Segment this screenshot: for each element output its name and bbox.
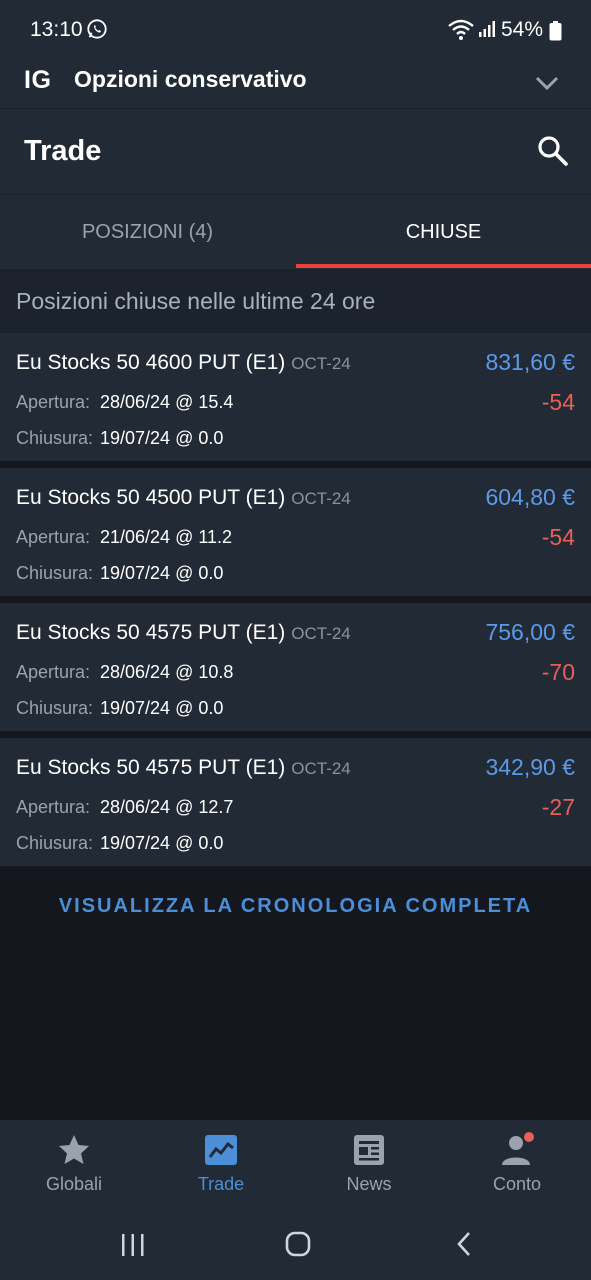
bottom-nav: Globali Trade News Conto (0, 1120, 591, 1212)
instrument-name: Eu Stocks 50 4575 PUT (E1) OCT-24 (16, 621, 351, 645)
position-pl: -54 (541, 389, 575, 415)
tab-closed[interactable]: CHIUSE (296, 195, 591, 269)
instrument-label: Eu Stocks 50 4575 PUT (E1) (16, 756, 286, 779)
news-icon (354, 1135, 384, 1165)
closed-position-card[interactable]: Eu Stocks 50 4600 PUT (E1) OCT-24 831,60 … (0, 333, 591, 461)
expiry-label: OCT-24 (291, 759, 351, 778)
position-pl: -70 (541, 659, 575, 685)
open-value: 28/06/24 @ 12.7 (100, 797, 234, 817)
open-value: 28/06/24 @ 15.4 (100, 392, 234, 412)
wifi-icon (448, 19, 474, 40)
open-value: 21/06/24 @ 11.2 (100, 527, 233, 547)
view-full-history-link[interactable]: VISUALIZZA LA CRONOLOGIA COMPLETA (0, 895, 591, 918)
status-time: 13:10 (30, 18, 83, 41)
nav-label: Conto (492, 1174, 542, 1194)
active-tab-indicator (296, 264, 591, 268)
closed-position-card[interactable]: Eu Stocks 50 4575 PUT (E1) OCT-24 342,90 … (0, 738, 591, 866)
nav-item-news[interactable]: News (295, 1120, 443, 1212)
nav-label: Globali (45, 1174, 103, 1194)
close-value: 19/07/24 @ 0.0 (100, 698, 224, 718)
title-bar: Trade (0, 109, 591, 195)
account-selector[interactable]: IG Opzioni conservativo (0, 60, 591, 109)
open-label: Apertura: (16, 527, 91, 547)
instrument-name: Eu Stocks 50 4500 PUT (E1) OCT-24 (16, 486, 351, 510)
battery-level: 54% (501, 18, 544, 41)
position-value: 756,00 € (485, 619, 575, 645)
nav-item-trade[interactable]: Trade (147, 1120, 295, 1212)
open-label: Apertura: (16, 797, 91, 817)
position-pl: -54 (541, 524, 575, 550)
search-icon[interactable] (534, 132, 572, 170)
chevron-down-icon[interactable] (534, 70, 560, 96)
close-label: Chiusura: (16, 428, 94, 448)
star-icon (59, 1135, 89, 1164)
instrument-label: Eu Stocks 50 4600 PUT (E1) (16, 351, 286, 374)
position-pl: -27 (541, 794, 575, 820)
instrument-name: Eu Stocks 50 4600 PUT (E1) OCT-24 (16, 351, 351, 375)
notification-badge (524, 1132, 534, 1142)
expiry-label: OCT-24 (291, 354, 351, 373)
close-value: 19/07/24 @ 0.0 (100, 428, 224, 448)
close-label: Chiusura: (16, 833, 94, 853)
system-nav-bar (0, 1212, 591, 1280)
close-label: Chiusura: (16, 698, 94, 718)
account-icon (502, 1132, 534, 1165)
open-label: Apertura: (16, 392, 91, 412)
open-value: 28/06/24 @ 10.8 (100, 662, 234, 682)
status-bar: 13:10 54% (0, 0, 591, 60)
instrument-label: Eu Stocks 50 4575 PUT (E1) (16, 621, 286, 644)
position-value: 604,80 € (485, 484, 575, 510)
open-label: Apertura: (16, 662, 91, 682)
closed-position-card[interactable]: Eu Stocks 50 4500 PUT (E1) OCT-24 604,80 … (0, 468, 591, 596)
close-value: 19/07/24 @ 0.0 (100, 563, 224, 583)
expiry-label: OCT-24 (291, 624, 351, 643)
closed-position-card[interactable]: Eu Stocks 50 4575 PUT (E1) OCT-24 756,00 … (0, 603, 591, 731)
whatsapp-icon (87, 19, 107, 39)
instrument-label: Eu Stocks 50 4500 PUT (E1) (16, 486, 286, 509)
nav-item-globali[interactable]: Globali (0, 1120, 148, 1212)
nav-label: Trade (197, 1174, 245, 1194)
close-label: Chiusura: (16, 563, 94, 583)
section-title: Posizioni chiuse nelle ultime 24 ore (16, 288, 376, 314)
close-value: 19/07/24 @ 0.0 (100, 833, 224, 853)
expiry-label: OCT-24 (291, 489, 351, 508)
nav-item-conto[interactable]: Conto (443, 1120, 591, 1212)
signal-icon (479, 21, 495, 37)
back-icon[interactable] (452, 1230, 476, 1258)
section-header: Posizioni chiuse nelle ultime 24 ore (0, 269, 591, 333)
ig-logo: IG (24, 66, 52, 94)
position-value: 831,60 € (485, 349, 575, 375)
tab-bar: POSIZIONI (4) CHIUSE (0, 195, 591, 269)
home-icon[interactable] (284, 1230, 312, 1258)
recent-apps-icon[interactable] (120, 1232, 146, 1258)
account-name: Opzioni conservativo (74, 66, 307, 92)
position-value: 342,90 € (485, 754, 575, 780)
instrument-name: Eu Stocks 50 4575 PUT (E1) OCT-24 (16, 756, 351, 780)
nav-label: News (346, 1174, 392, 1194)
chart-icon (205, 1135, 237, 1165)
page-title: Trade (24, 135, 102, 167)
tab-positions[interactable]: POSIZIONI (4) (0, 195, 295, 269)
battery-icon (549, 21, 562, 41)
